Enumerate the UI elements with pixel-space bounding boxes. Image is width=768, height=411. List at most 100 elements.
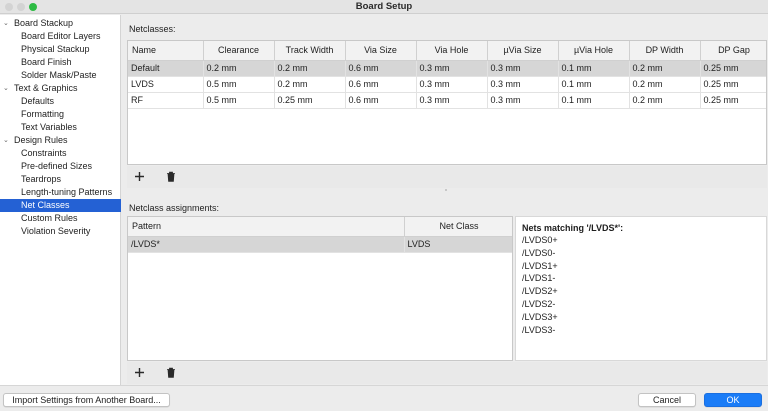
sidebar-item-board-editor-layers[interactable]: Board Editor Layers <box>0 30 121 43</box>
sidebar-item-label: Board Finish <box>21 57 72 67</box>
chevron-down-icon[interactable]: ⌄ <box>3 134 11 147</box>
trash-icon <box>167 367 175 378</box>
sidebar-item-label: Custom Rules <box>21 213 78 223</box>
netclass-name-cell[interactable]: RF <box>128 92 204 109</box>
sidebar-item-solder-mask-paste[interactable]: Solder Mask/Paste <box>0 69 121 82</box>
column-header[interactable]: Name <box>128 41 204 61</box>
sidebar-item-net-classes[interactable]: Net Classes <box>0 199 121 212</box>
sidebar-item-teardrops[interactable]: Teardrops <box>0 173 121 186</box>
net-item: /LVDS0- <box>522 247 556 258</box>
column-header[interactable]: µVia Hole <box>558 41 630 61</box>
sidebar-item-label: Text Variables <box>21 122 77 132</box>
sidebar-item-label: Violation Severity <box>21 226 91 236</box>
sidebar-item-text-graphics[interactable]: ⌄ Text & Graphics <box>0 82 121 95</box>
netclass-value-cell[interactable]: 0.2 mm <box>274 76 346 93</box>
sidebar-item-pre-defined-sizes[interactable]: Pre-defined Sizes <box>0 160 121 173</box>
cancel-button[interactable]: Cancel <box>638 393 696 407</box>
column-header[interactable]: DP Width <box>629 41 701 61</box>
netclass-row[interactable]: LVDS 0.5 mm 0.2 mm 0.6 mm 0.3 mm 0.3 mm 0.1 mm… <box>128 76 766 93</box>
import-settings-button[interactable]: Import Settings from Another Board... <box>3 393 170 407</box>
title-bar: Board Setup <box>0 0 768 14</box>
column-header[interactable]: Net Class <box>404 217 512 237</box>
sidebar-item-label: Board Stackup <box>14 18 74 28</box>
dialog-footer: Import Settings from Another Board... Ca… <box>0 385 768 411</box>
netclasses-grid: Name Clearance Track Width Via Size Via Hole… <box>127 40 767 165</box>
sidebar-item-formatting[interactable]: Formatting <box>0 108 121 121</box>
netclass-value-cell[interactable]: 0.3 mm <box>416 76 488 93</box>
assignments-toolbar <box>127 362 767 384</box>
column-header[interactable]: Clearance <box>203 41 275 61</box>
netclass-value-cell[interactable]: 0.1 mm <box>558 60 630 77</box>
column-header[interactable]: Track Width <box>274 41 346 61</box>
sidebar-item-label: Design Rules <box>14 135 68 145</box>
netclass-value-cell[interactable]: 0.3 mm <box>487 76 559 93</box>
netclass-value-cell[interactable]: 0.25 mm <box>700 92 766 109</box>
column-header[interactable]: Pattern <box>128 217 405 237</box>
netclass-value-cell[interactable]: 0.25 mm <box>700 60 766 77</box>
ok-button[interactable]: OK <box>704 393 762 407</box>
assignment-row[interactable]: /LVDS* LVDS <box>128 236 512 253</box>
netclass-value-cell[interactable]: 0.25 mm <box>274 92 346 109</box>
net-item: /LVDS1- <box>522 273 556 284</box>
netclass-value-cell[interactable]: 0.2 mm <box>629 60 701 77</box>
netclass-value-cell[interactable]: 0.3 mm <box>416 92 488 109</box>
netclasses-label: Netclasses: <box>129 24 176 34</box>
delete-netclass-button[interactable] <box>162 169 180 185</box>
sidebar-item-board-stackup[interactable]: ⌄ Board Stackup <box>0 17 121 30</box>
netclass-value-cell[interactable]: 0.5 mm <box>203 92 275 109</box>
trash-icon <box>167 171 175 182</box>
sidebar-item-custom-rules[interactable]: Custom Rules <box>0 212 121 225</box>
netclass-value-cell[interactable]: 0.1 mm <box>558 76 630 93</box>
net-item: /LVDS2+ <box>522 286 558 297</box>
chevron-down-icon[interactable]: ⌄ <box>3 82 11 95</box>
netclass-value-cell[interactable]: 0.3 mm <box>487 60 559 77</box>
column-header[interactable]: Via Hole <box>416 41 488 61</box>
sidebar-item-board-finish[interactable]: Board Finish <box>0 56 121 69</box>
netclasses-header-row: Name Clearance Track Width Via Size Via Hole… <box>128 41 766 61</box>
netclass-value-cell[interactable]: 0.2 mm <box>629 92 701 109</box>
sidebar-item-length-tuning-patterns[interactable]: Length-tuning Patterns <box>0 186 121 199</box>
sidebar-item-violation-severity[interactable]: Violation Severity <box>0 225 121 238</box>
netclass-value-cell[interactable]: 0.25 mm <box>700 76 766 93</box>
sidebar-item-defaults[interactable]: Defaults <box>0 95 121 108</box>
netclass-value-cell[interactable]: 0.6 mm <box>345 92 417 109</box>
netclass-value-cell[interactable]: 0.2 mm <box>274 60 346 77</box>
settings-tree: ⌄ Board Stackup Board Editor Layers Physica… <box>0 15 121 385</box>
column-header[interactable]: DP Gap <box>700 41 766 61</box>
net-item: /LVDS1+ <box>522 260 558 271</box>
netclasses-toolbar <box>127 166 767 188</box>
netclass-value-cell[interactable]: 0.2 mm <box>203 60 275 77</box>
netclass-row[interactable]: RF 0.5 mm 0.25 mm 0.6 mm 0.3 mm 0.3 mm 0.1 mm 0… <box>128 92 766 109</box>
net-class-cell[interactable]: LVDS <box>404 236 512 253</box>
netclass-value-cell[interactable]: 0.6 mm <box>345 60 417 77</box>
netclass-value-cell[interactable]: 0.1 mm <box>558 92 630 109</box>
sidebar-item-text-variables[interactable]: Text Variables <box>0 121 121 134</box>
sidebar-item-label: Constraints <box>21 148 67 158</box>
sidebar-item-design-rules[interactable]: ⌄ Design Rules <box>0 134 121 147</box>
netclass-name-cell[interactable]: Default <box>128 60 204 77</box>
sidebar-item-label: Physical Stackup <box>21 44 90 54</box>
netclass-value-cell[interactable]: 0.3 mm <box>487 92 559 109</box>
chevron-down-icon[interactable]: ⌄ <box>3 17 11 30</box>
plus-icon <box>134 368 144 377</box>
panel-splitter[interactable] <box>443 188 449 192</box>
netclass-value-cell[interactable]: 0.2 mm <box>629 76 701 93</box>
delete-assignment-button[interactable] <box>162 365 180 381</box>
netclass-row[interactable]: Default 0.2 mm 0.2 mm 0.6 mm 0.3 mm 0.3 mm 0.1… <box>128 60 766 77</box>
pattern-cell[interactable]: /LVDS* <box>128 236 405 253</box>
net-item: /LVDS2- <box>522 298 556 309</box>
nets-matching-title: Nets matching '/LVDS*': <box>522 223 624 233</box>
add-netclass-button[interactable] <box>130 169 148 185</box>
sidebar-item-physical-stackup[interactable]: Physical Stackup <box>0 43 121 56</box>
netclass-value-cell[interactable]: 0.6 mm <box>345 76 417 93</box>
netclass-name-cell[interactable]: LVDS <box>128 76 204 93</box>
window-title: Board Setup <box>355 1 413 12</box>
column-header[interactable]: Via Size <box>345 41 417 61</box>
add-assignment-button[interactable] <box>130 365 148 381</box>
column-header[interactable]: µVia Size <box>487 41 559 61</box>
sidebar-item-label: Net Classes <box>21 200 70 210</box>
netclass-value-cell[interactable]: 0.5 mm <box>203 76 275 93</box>
sidebar-item-constraints[interactable]: Constraints <box>0 147 121 160</box>
netclass-value-cell[interactable]: 0.3 mm <box>416 60 488 77</box>
sidebar-item-label: Teardrops <box>21 174 62 184</box>
